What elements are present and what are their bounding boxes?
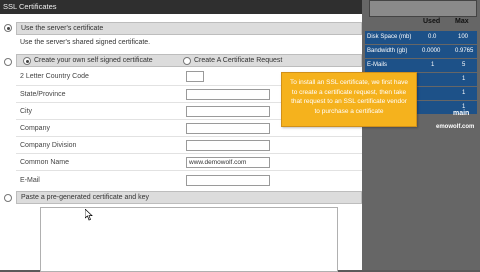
stat-row: E-Mails 1 5 — [365, 59, 477, 72]
stat-max: 0.9765 — [455, 48, 474, 54]
country-code-label: 2 Letter Country Code — [20, 73, 89, 80]
option-paste-cert[interactable]: Paste a pre-generated certificate and ke… — [16, 191, 362, 204]
stat-row: Disk Space (mb) 0.0 100 — [365, 31, 477, 44]
radio-certificate-request[interactable] — [183, 57, 191, 65]
radio-create-cert[interactable] — [4, 58, 12, 66]
mouse-cursor-icon — [85, 209, 93, 221]
option-use-server-cert-label: Use the server's certificate — [21, 25, 104, 32]
radio-paste-cert[interactable] — [4, 194, 12, 202]
stat-row: Bandwidth (gb) 0.0000 0.9765 — [365, 45, 477, 58]
common-name-input[interactable]: www.demowolf.com — [186, 157, 270, 168]
stat-label: E-Mails — [367, 62, 388, 68]
option-use-server-cert[interactable]: Use the server's certificate — [16, 22, 362, 35]
option-paste-cert-label: Paste a pre-generated certificate and ke… — [21, 194, 150, 201]
email-label: E-Mail — [20, 177, 40, 184]
division-input[interactable] — [186, 140, 270, 151]
main-panel: SSL Certificates Use the server's certif… — [0, 0, 362, 272]
stat-max: 1 — [462, 76, 466, 82]
used-header: Used — [423, 18, 441, 25]
company-label: Company — [20, 125, 50, 132]
stat-used: 0.0 — [428, 34, 437, 40]
common-name-label: Common Name — [20, 159, 70, 166]
divider — [16, 170, 362, 171]
stat-used: 1 — [431, 62, 435, 68]
state-input[interactable] — [186, 89, 270, 100]
company-input[interactable] — [186, 123, 270, 134]
city-input[interactable] — [186, 106, 270, 117]
division-label: Company Division — [20, 142, 77, 149]
stat-max: 1 — [462, 90, 466, 96]
sidebar-domain-fragment: main — [453, 110, 470, 117]
radio-self-signed[interactable] — [23, 57, 31, 65]
option-use-shared-cert-label: Use the server's shared signed certifica… — [20, 39, 151, 46]
stat-max: 5 — [462, 62, 466, 68]
option-use-shared-cert[interactable]: Use the server's shared signed certifica… — [16, 36, 362, 50]
divider — [16, 153, 362, 154]
tutorial-tooltip: To install an SSL certificate, we first … — [281, 72, 417, 127]
sidebar-site-fragment: emowolf.com — [436, 124, 475, 130]
city-label: City — [20, 108, 33, 115]
stat-label: Bandwidth (gb) — [367, 48, 408, 54]
email-input[interactable] — [186, 175, 270, 186]
stat-used: 0.0000 — [422, 48, 441, 54]
sidebar-top-box — [369, 0, 477, 17]
radio-use-server-cert[interactable] — [4, 24, 12, 32]
divider — [16, 136, 362, 137]
state-label: State/Province — [20, 91, 66, 98]
stat-label: Disk Space (mb) — [367, 34, 412, 40]
max-header: Max — [455, 18, 469, 25]
country-code-input[interactable] — [186, 71, 204, 82]
stat-max: 100 — [458, 34, 469, 40]
self-signed-label[interactable]: Create your own self signed certificate — [34, 57, 153, 64]
certificate-request-label[interactable]: Create A Certificate Request — [194, 57, 282, 64]
create-cert-bar: Create your own self signed certificate … — [16, 54, 362, 67]
section-title: SSL Certificates — [0, 0, 362, 14]
